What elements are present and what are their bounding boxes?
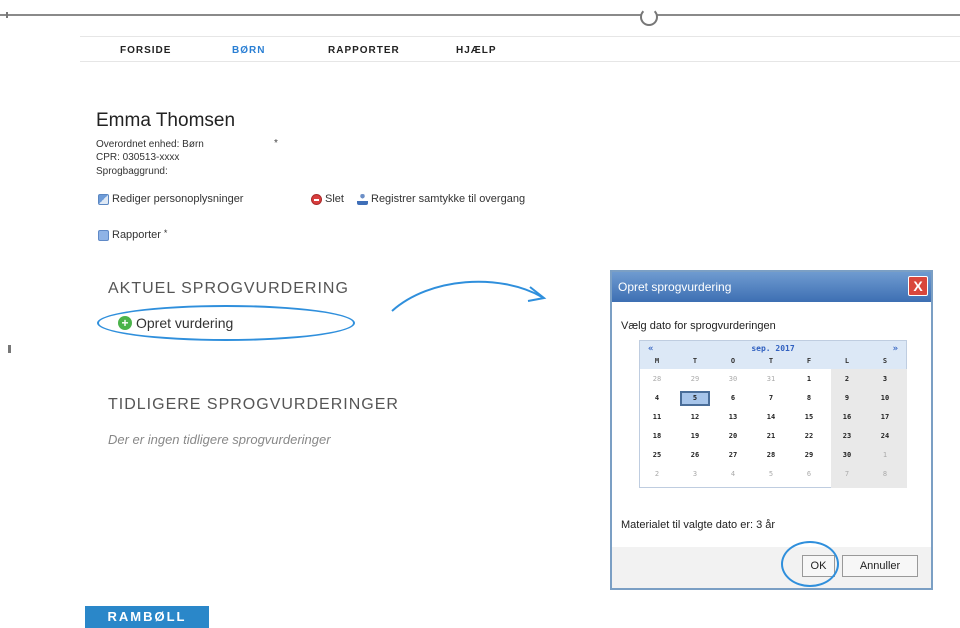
calendar-day[interactable]: 28 [756, 448, 786, 463]
dialog-title: Opret sprogvurdering [618, 280, 732, 294]
calendar-day[interactable]: 2 [832, 372, 862, 387]
report-icon [98, 229, 109, 241]
edit-person-link[interactable]: Rediger personoplysninger [98, 193, 243, 205]
delete-link[interactable]: Slet [311, 193, 344, 205]
calendar-day[interactable]: 19 [680, 429, 710, 444]
calendar-day-outside[interactable]: 28 [642, 372, 672, 387]
calendar-day[interactable]: 23 [832, 429, 862, 444]
top-divider [0, 14, 960, 16]
calendar-day[interactable]: 12 [680, 410, 710, 425]
calendar-day[interactable]: 10 [870, 391, 900, 406]
calendar-day[interactable]: 4 [642, 391, 672, 406]
nav-born[interactable]: BØRN [232, 45, 265, 56]
nav-hjaelp[interactable]: HJÆLP [456, 45, 497, 56]
calendar-day-outside[interactable]: 2 [642, 467, 672, 482]
top-divider-knob [640, 8, 658, 26]
unit-asterisk: * [274, 138, 278, 149]
calendar-day[interactable]: 1 [794, 372, 824, 387]
calendar-day[interactable]: 27 [718, 448, 748, 463]
user-icon [357, 193, 368, 205]
calendar-day[interactable]: 6 [718, 391, 748, 406]
previous-assessments-heading: TIDLIGERE SPROGVURDERINGER [108, 396, 399, 413]
reports-label: Rapporter [112, 229, 161, 241]
main-nav: FORSIDE BØRN RAPPORTER HJÆLP [80, 36, 960, 62]
next-month-icon[interactable]: » [893, 344, 898, 354]
dialog-prompt: Vælg dato for sprogvurderingen [621, 320, 776, 332]
no-previous-assessments-text: Der er ingen tidligere sprogvurderinger [108, 432, 331, 447]
calendar-day[interactable]: 3 [870, 372, 900, 387]
edit-icon [98, 193, 109, 205]
annotation-ellipse [97, 305, 355, 341]
calendar-day[interactable]: 26 [680, 448, 710, 463]
calendar-day-outside[interactable]: 8 [870, 467, 900, 482]
calendar-day-outside[interactable]: 5 [756, 467, 786, 482]
calendar-day[interactable]: 8 [794, 391, 824, 406]
calendar-day[interactable]: 24 [870, 429, 900, 444]
annotation-ok-ellipse [781, 541, 839, 587]
calendar-day-outside[interactable]: 6 [794, 467, 824, 482]
nav-forside[interactable]: FORSIDE [120, 45, 171, 56]
close-icon[interactable]: X [908, 276, 928, 296]
weekday-label: T [768, 357, 774, 365]
calendar-day-outside[interactable]: 3 [680, 467, 710, 482]
calendar-day-outside[interactable]: 7 [832, 467, 862, 482]
create-assessment-dialog: Opret sprogvurdering X Vælg dato for spr… [610, 270, 933, 590]
delete-icon [311, 193, 322, 205]
date-picker: « sep. 2017 » MTOTFLS 28 29 30 31 1 2 3 4 5 6 7 8 9 1… [639, 340, 907, 488]
calendar-day[interactable]: 11 [642, 410, 672, 425]
calendar-day[interactable]: 14 [756, 410, 786, 425]
calendar-day[interactable]: 18 [642, 429, 672, 444]
calendar-day[interactable]: 22 [794, 429, 824, 444]
ramboll-logo: RAMBØLL [85, 606, 209, 628]
calendar-day[interactable]: 29 [794, 448, 824, 463]
calendar-month: sep. 2017 [751, 344, 795, 353]
dialog-header: Opret sprogvurdering [612, 272, 931, 302]
person-language-background: Sprogbaggrund: [96, 166, 168, 177]
edit-person-label: Rediger personoplysninger [112, 193, 244, 205]
reports-asterisk: * [163, 228, 168, 238]
material-note: Materialet til valgte dato er: 3 år [621, 519, 776, 531]
weekday-label: F [806, 357, 812, 365]
calendar-day[interactable]: 5 [680, 391, 710, 406]
weekday-label: O [730, 357, 736, 365]
person-unit: Overordnet enhed: Børn [96, 139, 204, 150]
calendar-day-outside[interactable]: 1 [870, 448, 900, 463]
calendar-day[interactable]: 7 [756, 391, 786, 406]
delete-label: Slet [325, 193, 344, 205]
calendar-day[interactable]: 21 [756, 429, 786, 444]
person-cpr: CPR: 030513-xxxx [96, 152, 180, 163]
top-divider-tick [6, 12, 8, 18]
register-consent-label: Registrer samtykke til overgang [371, 193, 526, 205]
person-name: Emma Thomsen [96, 110, 236, 131]
calendar-day[interactable]: 20 [718, 429, 748, 444]
weekday-label: M [654, 357, 660, 365]
weekday-label: T [692, 357, 698, 365]
calendar-day[interactable]: 9 [832, 391, 862, 406]
calendar-day[interactable]: 25 [642, 448, 672, 463]
weekday-label: L [844, 357, 850, 365]
calendar-day[interactable]: 15 [794, 410, 824, 425]
calendar-day-outside[interactable]: 4 [718, 467, 748, 482]
calendar-day-outside[interactable]: 29 [680, 372, 710, 387]
calendar-header: « sep. 2017 » MTOTFLS [640, 341, 906, 369]
calendar-day[interactable]: 17 [870, 410, 900, 425]
weekday-label: S [882, 357, 888, 365]
dialog-body: Vælg dato for sprogvurderingen « sep. 20… [612, 302, 931, 547]
annotation-arrow [391, 280, 547, 312]
calendar-day[interactable]: 13 [718, 410, 748, 425]
calendar-day-outside[interactable]: 31 [756, 372, 786, 387]
calendar-day[interactable]: 16 [832, 410, 862, 425]
reports-link[interactable]: Rapporter * [98, 228, 168, 241]
calendar-day[interactable]: 30 [832, 448, 862, 463]
register-consent-link[interactable]: Registrer samtykke til overgang [357, 193, 525, 205]
current-assessment-heading: AKTUEL SPROGVURDERING [108, 280, 349, 297]
side-marker [8, 345, 11, 353]
nav-rapporter[interactable]: RAPPORTER [328, 45, 400, 56]
calendar-day-outside[interactable]: 30 [718, 372, 748, 387]
cancel-button[interactable]: Annuller [842, 555, 918, 577]
